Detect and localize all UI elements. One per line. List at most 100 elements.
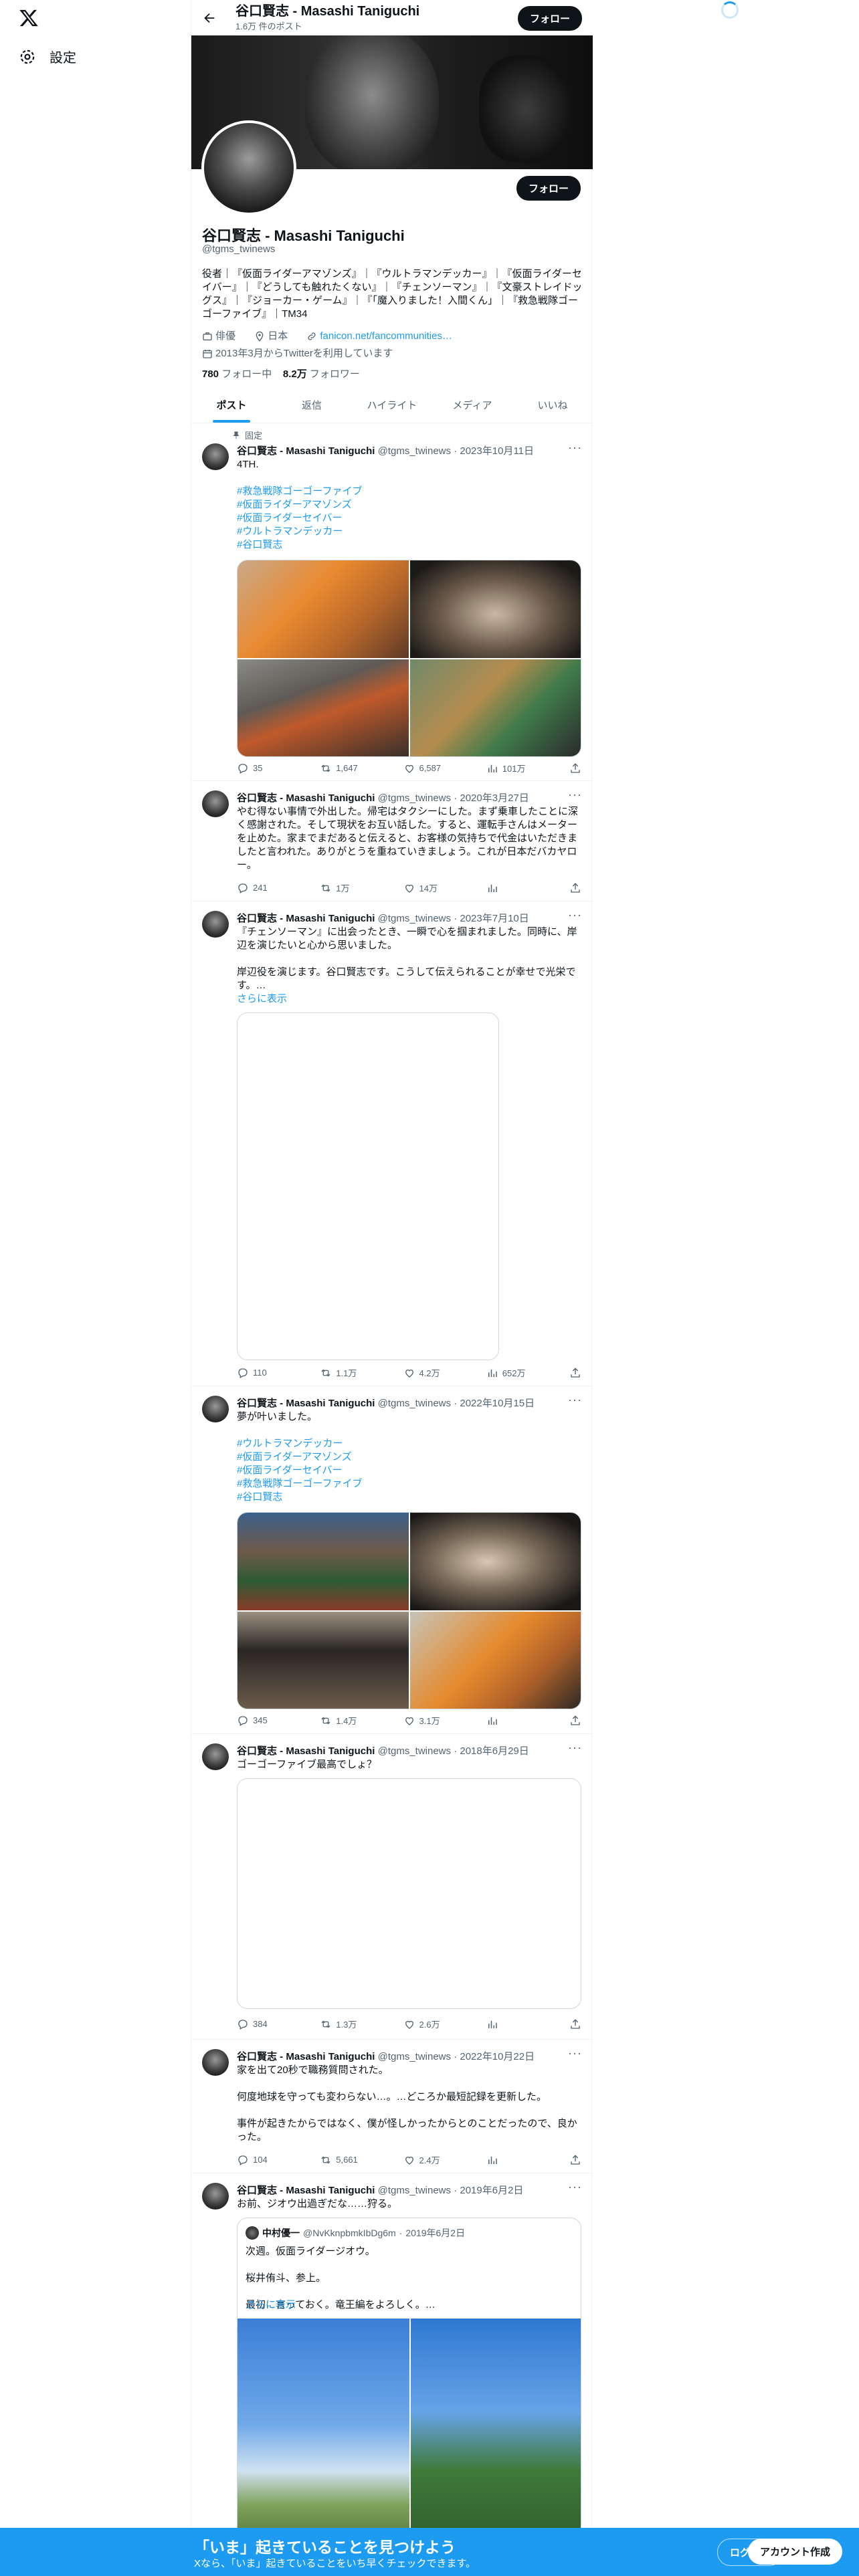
repost-button[interactable]: 1,647 [320, 762, 360, 774]
share-button[interactable] [569, 2018, 581, 2030]
views-button[interactable] [486, 1714, 527, 1727]
follow-button[interactable]: フォロー [516, 176, 581, 201]
tweet-photo[interactable] [237, 659, 409, 756]
tweet-photo[interactable] [237, 1513, 409, 1610]
tweet-handle[interactable]: @tgms_twinews [378, 445, 451, 457]
views-button[interactable]: 652万 [486, 1366, 527, 1379]
more-options-icon[interactable]: ··· [568, 908, 582, 922]
tweet-author-name[interactable]: 谷口賢志 - Masashi Taniguchi [237, 2051, 375, 2062]
tweet-avatar[interactable] [202, 790, 229, 817]
reply-button[interactable]: 384 [237, 2018, 277, 2030]
tab-posts[interactable]: ポスト [191, 388, 272, 423]
tweet-avatar[interactable] [202, 1743, 229, 1770]
like-button[interactable]: 6,587 [403, 762, 444, 774]
tweet-author-name[interactable]: 谷口賢志 - Masashi Taniguchi [237, 1398, 375, 1409]
more-options-icon[interactable]: ··· [568, 2046, 582, 2060]
share-button[interactable] [569, 762, 581, 774]
tweet-photo[interactable] [237, 560, 409, 658]
repost-button[interactable]: 1.1万 [320, 1366, 360, 1379]
tweet-handle[interactable]: @tgms_twinews [378, 1398, 451, 1409]
tweet-author-name[interactable]: 谷口賢志 - Masashi Taniguchi [237, 792, 375, 804]
reply-button[interactable]: 345 [237, 1714, 277, 1727]
quoted-photo[interactable] [410, 2319, 581, 2551]
tweet-item[interactable]: 谷口賢志 - Masashi Taniguchi @tgms_twinews ·… [191, 781, 593, 901]
tweet-author-name[interactable]: 谷口賢志 - Masashi Taniguchi [237, 2185, 375, 2196]
tweet-photo[interactable] [409, 1513, 581, 1610]
tweet-avatar[interactable] [202, 443, 229, 470]
tweet-avatar[interactable] [202, 2049, 229, 2076]
more-options-icon[interactable]: ··· [568, 788, 582, 802]
like-button[interactable]: 14万 [403, 881, 444, 894]
tab-highlights[interactable]: ハイライト [352, 388, 432, 423]
tab-likes[interactable]: いいね [512, 388, 593, 423]
link-item[interactable]: fanicon.net/fancommunities… [306, 329, 452, 344]
show-more-link[interactable]: さらに表示 [237, 992, 581, 1006]
tweet-date[interactable]: 2022年10月15日 [460, 1398, 535, 1409]
quoted-media-grid[interactable] [237, 2319, 581, 2551]
reply-button[interactable]: 104 [237, 2153, 277, 2166]
tweet-date[interactable]: 2020年3月27日 [460, 792, 529, 804]
like-button[interactable]: 3.1万 [403, 1714, 444, 1727]
nav-settings[interactable]: 設定 [19, 47, 76, 66]
tweet-item[interactable]: 谷口賢志 - Masashi Taniguchi @tgms_twinews ·… [191, 1386, 593, 1734]
tweet-photo[interactable] [409, 659, 581, 756]
tweet-author-name[interactable]: 谷口賢志 - Masashi Taniguchi [237, 445, 375, 457]
tweet-date[interactable]: 2023年7月10日 [460, 913, 529, 924]
profile-link[interactable]: fanicon.net/fancommunities… [320, 329, 452, 344]
tweet-handle[interactable]: @tgms_twinews [378, 913, 451, 924]
share-button[interactable] [569, 2153, 581, 2166]
tab-media[interactable]: メディア [432, 388, 512, 423]
more-options-icon[interactable]: ··· [568, 2180, 582, 2194]
followers-link[interactable]: 8.2万 フォロワー [283, 368, 360, 380]
share-button[interactable] [569, 1714, 581, 1727]
reply-button[interactable]: 35 [237, 762, 277, 774]
views-button[interactable] [486, 2018, 527, 2030]
share-button[interactable] [569, 881, 581, 894]
x-logo-icon[interactable] [19, 8, 39, 28]
tweet-photo[interactable] [237, 1611, 409, 1709]
tweet-media-grid[interactable] [237, 560, 581, 757]
views-button[interactable] [486, 881, 527, 894]
tweet-hashtags[interactable]: #救急戦隊ゴーゴーファイブ #仮面ライダーアマゾンズ #仮面ライダーセイバー #… [237, 485, 581, 552]
signup-button[interactable]: アカウント作成 [748, 2539, 843, 2565]
reply-button[interactable]: 110 [237, 1366, 277, 1379]
more-options-icon[interactable]: ··· [568, 1741, 582, 1755]
more-options-icon[interactable]: ··· [568, 1393, 582, 1407]
tweet-item[interactable]: 谷口賢志 - Masashi Taniguchi @tgms_twinews ·… [191, 901, 593, 1386]
tweet-item[interactable]: 谷口賢志 - Masashi Taniguchi @tgms_twinews ·… [191, 2173, 593, 2552]
back-arrow-icon[interactable] [202, 11, 217, 25]
repost-button[interactable]: 1万 [320, 881, 360, 894]
tweet-photo[interactable] [409, 1611, 581, 1709]
repost-button[interactable]: 1.3万 [320, 2018, 360, 2030]
quoted-photo[interactable] [237, 2319, 409, 2551]
like-button[interactable]: 2.4万 [403, 2153, 444, 2166]
reply-button[interactable]: 241 [237, 881, 277, 894]
tweet-avatar[interactable] [202, 2183, 229, 2210]
tweet-media-grid[interactable] [237, 1512, 581, 1709]
quoted-show-more-link[interactable]: さらに表示 [246, 2298, 573, 2312]
tweet-date[interactable]: 2019年6月2日 [460, 2185, 523, 2196]
tweet-photo[interactable] [409, 560, 581, 658]
tweet-handle[interactable]: @tgms_twinews [378, 792, 451, 804]
views-button[interactable] [486, 2153, 527, 2166]
tweet-video[interactable] [237, 1012, 499, 1360]
tweet-video[interactable] [237, 1778, 581, 2009]
tweet-date[interactable]: 2022年10月22日 [460, 2051, 535, 2062]
more-options-icon[interactable]: ··· [568, 441, 582, 455]
tweet-date[interactable]: 2023年10月11日 [460, 445, 534, 457]
tweet-author-name[interactable]: 谷口賢志 - Masashi Taniguchi [237, 913, 375, 924]
tweet-item[interactable]: 谷口賢志 - Masashi Taniguchi @tgms_twinews ·… [191, 2040, 593, 2173]
tweet-handle[interactable]: @tgms_twinews [378, 2051, 451, 2062]
tweet-item[interactable]: 谷口賢志 - Masashi Taniguchi @tgms_twinews ·… [191, 1734, 593, 2040]
tweet-avatar[interactable] [202, 1396, 229, 1422]
quoted-tweet[interactable]: 中村優一 @NvKknpbmkIbDg6m · 2019年6月2日 次週。仮面ラ… [237, 2218, 581, 2552]
header-follow-button[interactable]: フォロー [517, 6, 582, 31]
views-button[interactable]: 101万 [486, 762, 527, 774]
following-link[interactable]: 780 フォロー中 [202, 368, 272, 380]
tweet-date[interactable]: 2018年6月29日 [460, 1745, 529, 1757]
profile-avatar[interactable] [201, 120, 296, 215]
tweet-avatar[interactable] [202, 911, 229, 938]
tweet-handle[interactable]: @tgms_twinews [378, 1745, 451, 1757]
repost-button[interactable]: 1.4万 [320, 1714, 360, 1727]
share-button[interactable] [569, 1366, 581, 1379]
